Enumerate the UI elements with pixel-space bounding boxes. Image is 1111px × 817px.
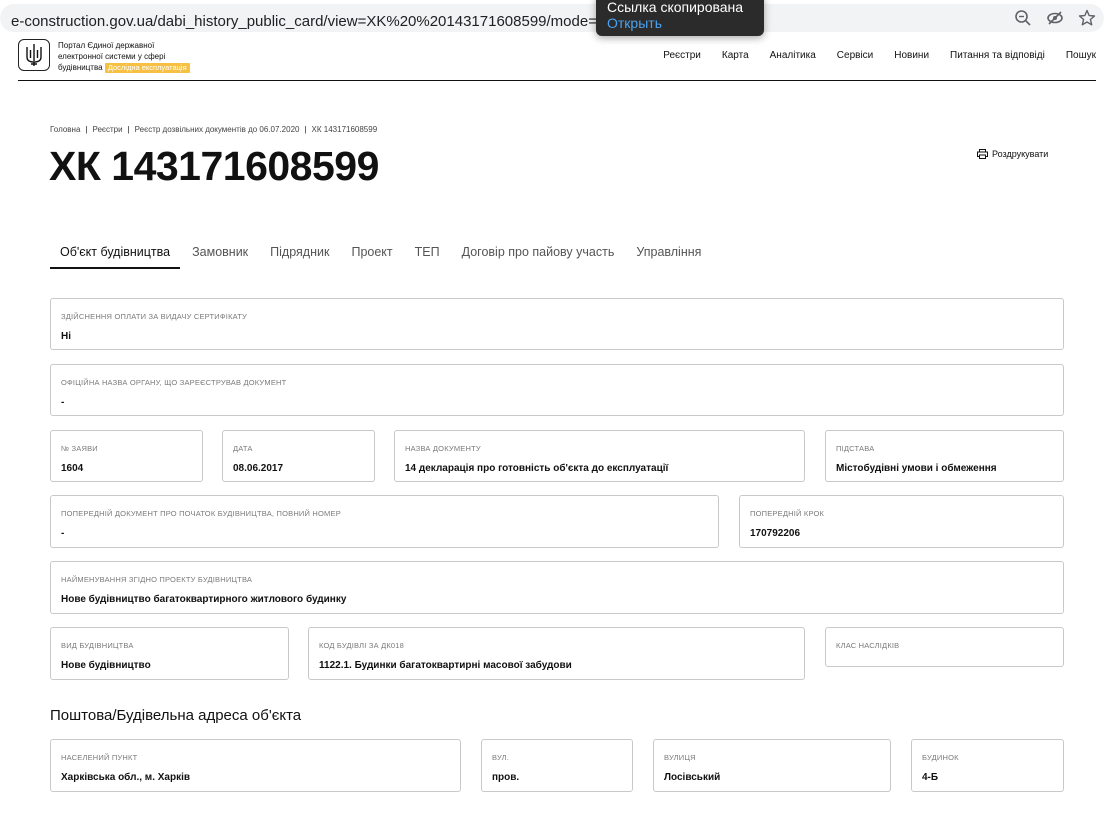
field-label: Вулиця — [664, 753, 696, 762]
field-label: Населений пункт — [61, 753, 138, 762]
date-field: Дата 08.06.2017 — [222, 430, 375, 482]
payment-field: Здійснення оплати за видачу сертифікату … — [50, 298, 1064, 350]
previous-document-field: Попередній документ про початок будівниц… — [50, 495, 719, 548]
url-field[interactable]: e-construction.gov.ua/dabi_history_publi… — [0, 4, 1104, 32]
field-value: 1604 — [61, 463, 84, 474]
tab-management[interactable]: Управління — [626, 245, 711, 269]
field-label: Попередній крок — [750, 509, 825, 518]
field-value: Харківська обл., м. Харків — [61, 772, 191, 783]
field-value: - — [61, 528, 65, 539]
tab-customer[interactable]: Замовник — [182, 245, 258, 269]
nav-services[interactable]: Сервіси — [837, 50, 873, 61]
link-copied-toast: Ссылка скопирована Открыть — [596, 0, 764, 36]
nav-search[interactable]: Пошук — [1066, 50, 1096, 61]
breadcrumb-registries[interactable]: Реєстри — [92, 125, 122, 134]
print-label: Роздрукувати — [992, 149, 1049, 159]
field-label: Назва документу — [405, 444, 481, 453]
field-label: Найменування згідно проекту будівництва — [61, 575, 253, 584]
project-name-field: Найменування згідно проекту будівництва … — [50, 561, 1064, 614]
consequence-class-field: Клас наслідків — [825, 627, 1064, 667]
breadcrumb: Головна | Реєстри | Реєстр дозвільних докуме… — [50, 125, 378, 134]
field-value: Ні — [61, 331, 71, 342]
browser-address-bar: e-construction.gov.ua/dabi_history_publi… — [0, 0, 1111, 36]
field-label: Здійснення оплати за видачу сертифікату — [61, 312, 247, 321]
brand-line-3: будівництва — [58, 63, 103, 72]
nav-analytics[interactable]: Аналітика — [770, 50, 816, 61]
breadcrumb-home[interactable]: Головна — [50, 125, 80, 134]
field-label: Вид будівництва — [61, 641, 134, 650]
settlement-field: Населений пункт Харківська обл., м. Харк… — [50, 739, 461, 792]
field-value: Нове будівництво — [61, 660, 151, 671]
beta-badge: Дослідна експлуатація — [104, 63, 190, 73]
url-text[interactable]: e-construction.gov.ua/dabi_history_publi… — [11, 13, 604, 30]
field-label: Офіційна назва органу, що зареєстрував д… — [61, 378, 287, 387]
authority-field: Офіційна назва органу, що зареєстрував д… — [50, 364, 1064, 416]
basis-field: Підстава Містобудівні умови і обмеження — [825, 430, 1064, 482]
field-value: - — [61, 397, 65, 408]
tracking-protection-icon[interactable] — [1046, 9, 1064, 27]
brand-line-2: електронної системи у сфері — [58, 52, 166, 61]
field-label: № заяви — [61, 444, 98, 453]
tab-project[interactable]: Проект — [341, 245, 402, 269]
address-section-title: Поштова/Будівельна адреса об'єкта — [50, 707, 302, 724]
field-label: Попередній документ про початок будівниц… — [61, 509, 341, 518]
field-value: 1122.1. Будинки багатоквартирні масової … — [319, 660, 572, 671]
previous-step-field: Попередній крок 170792206 — [739, 495, 1064, 548]
field-label: Клас наслідків — [836, 641, 900, 650]
bookmark-star-icon[interactable] — [1078, 9, 1096, 27]
application-number-field: № заяви 1604 — [50, 430, 203, 482]
tab-construction-object[interactable]: Об'єкт будівництва — [50, 245, 181, 269]
print-button[interactable]: Роздрукувати — [977, 149, 1048, 159]
field-value: 14 декларація про готовність об'єкта до … — [405, 463, 669, 474]
street-type-field: Вул. пров. — [481, 739, 633, 792]
tab-tep[interactable]: ТЕП — [405, 245, 450, 269]
document-name-field: Назва документу 14 декларація про готовн… — [394, 430, 805, 482]
field-value: 4-Б — [922, 772, 939, 783]
field-value: 170792206 — [750, 528, 801, 539]
nav-registries[interactable]: Реєстри — [663, 50, 701, 61]
house-field: Будинок 4-Б — [911, 739, 1064, 792]
field-label: Вул. — [492, 753, 510, 762]
portal-brand[interactable]: Портал Єдиної державної електронної сист… — [58, 40, 248, 73]
street-field: Вулиця Лосівський — [653, 739, 891, 792]
field-label: Код будівлі за ДК018 — [319, 641, 405, 650]
field-label: Будинок — [922, 753, 959, 762]
field-value: Лосівський — [664, 772, 721, 783]
field-value: пров. — [492, 772, 520, 783]
main-nav: Реєстри Карта Аналітика Сервіси Новини П… — [642, 50, 1096, 61]
zoom-icon[interactable] — [1014, 9, 1032, 27]
toast-open-link[interactable]: Открыть — [607, 15, 662, 31]
field-label: Підстава — [836, 444, 875, 453]
brand-line-1: Портал Єдиної державної — [58, 41, 155, 50]
tab-share-agreement[interactable]: Договір про пайову участь — [452, 245, 625, 269]
printer-icon — [977, 149, 988, 159]
breadcrumb-current: ХК 143171608599 — [311, 125, 378, 134]
trident-logo-icon[interactable] — [18, 39, 50, 71]
site-header: Портал Єдиної державної електронної сист… — [18, 36, 1096, 81]
breadcrumb-permit-registry[interactable]: Реєстр дозвільних документів до 06.07.20… — [135, 125, 300, 134]
field-value: Нове будівництво багатоквартирного житло… — [61, 594, 347, 605]
nav-map[interactable]: Карта — [722, 50, 749, 61]
page-title: ХК 143171608599 — [49, 143, 379, 189]
field-label: Дата — [233, 444, 253, 453]
tab-bar: Об'єкт будівництва Замовник Підрядник Пр… — [50, 245, 713, 269]
nav-news[interactable]: Новини — [894, 50, 929, 61]
construction-type-field: Вид будівництва Нове будівництво — [50, 627, 289, 680]
field-value: 08.06.2017 — [233, 463, 284, 474]
tab-contractor[interactable]: Підрядник — [260, 245, 339, 269]
toast-title: Ссылка скопирована — [607, 0, 744, 15]
nav-faq[interactable]: Питання та відповіді — [950, 50, 1045, 61]
building-code-field: Код будівлі за ДК018 1122.1. Будинки баг… — [308, 627, 805, 680]
field-value: Містобудівні умови і обмеження — [836, 463, 997, 474]
